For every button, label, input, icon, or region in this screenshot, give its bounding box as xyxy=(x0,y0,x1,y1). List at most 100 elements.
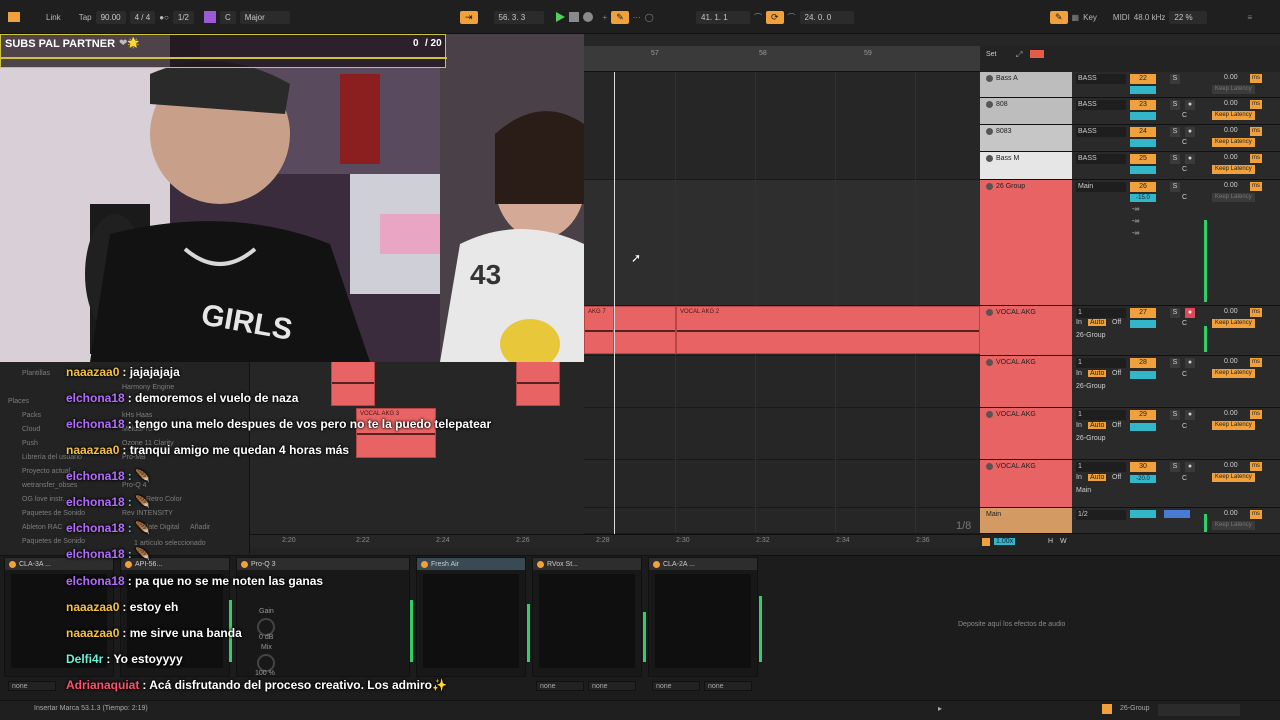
stop-button[interactable] xyxy=(568,12,579,22)
send-c[interactable]: -∞ xyxy=(1132,230,1139,237)
clip-vocal-akg-2[interactable]: VOCAL AKG 2 xyxy=(676,306,980,354)
browser-item[interactable]: Proyecto actual xyxy=(22,468,70,475)
arm-icon[interactable]: ● xyxy=(1185,410,1195,420)
browser-item[interactable]: Paquetes de Sonido xyxy=(22,510,85,517)
volume-fader[interactable] xyxy=(1130,166,1156,174)
arrangement-record-icon[interactable] xyxy=(1030,50,1044,58)
ms-button[interactable]: ms xyxy=(1250,100,1262,109)
key-select[interactable]: C xyxy=(220,10,236,24)
overview-strip[interactable] xyxy=(584,34,1280,46)
track-activator[interactable]: 27 xyxy=(1130,308,1156,318)
ms-button[interactable]: ms xyxy=(1250,154,1262,163)
metronome-icon[interactable]: ●○ xyxy=(159,13,169,22)
key-map-button[interactable]: Key xyxy=(1083,13,1097,22)
output-route-select[interactable]: Main xyxy=(1076,487,1091,494)
output-route-select[interactable]: Main xyxy=(1076,182,1126,192)
track-header-vocal-akg-4[interactable]: VOCAL AKG xyxy=(980,460,1072,508)
monitor-off[interactable]: Off xyxy=(1112,370,1121,377)
sidechain-select[interactable]: none xyxy=(588,681,636,691)
volume-fader[interactable] xyxy=(1130,423,1156,431)
track-activator[interactable]: 22 xyxy=(1130,74,1156,84)
session-record-icon[interactable]: ◯ xyxy=(645,13,654,22)
overdub-icon[interactable]: + xyxy=(603,13,608,22)
arm-icon[interactable]: ● xyxy=(1185,462,1195,472)
power-icon[interactable] xyxy=(537,560,544,568)
clip-vocal-akg-segment[interactable] xyxy=(614,306,676,354)
delay-value[interactable]: 0.00 xyxy=(1224,358,1238,365)
pan-value[interactable]: C xyxy=(1182,194,1187,201)
clip-vocal-akg-7[interactable]: AKG 7 xyxy=(584,306,614,354)
monitor-in[interactable]: In xyxy=(1076,474,1082,481)
volume-fader[interactable] xyxy=(1130,112,1156,120)
browser-item[interactable]: OG love instr... xyxy=(22,496,68,503)
sidechain-select[interactable]: none xyxy=(704,681,752,691)
browser-item[interactable]: Packs xyxy=(22,412,41,419)
solo-button[interactable]: S xyxy=(1170,358,1180,368)
monitor-in[interactable]: In xyxy=(1076,319,1082,326)
delay-value[interactable]: 0.00 xyxy=(1224,127,1238,134)
track-header-bass-m[interactable]: Bass M xyxy=(980,152,1072,180)
lane-main[interactable] xyxy=(584,508,980,534)
pan-value[interactable]: C xyxy=(1182,371,1187,378)
solo-button[interactable]: S xyxy=(1170,182,1180,192)
clip-vocal-small-1[interactable] xyxy=(331,358,375,406)
track-activator[interactable]: 24 xyxy=(1130,127,1156,137)
ms-button[interactable]: ms xyxy=(1250,74,1262,83)
clip-vocal-small-2[interactable] xyxy=(516,358,560,406)
delay-value[interactable]: 0.00 xyxy=(1224,410,1238,417)
output-route-select[interactable]: 26-Group xyxy=(1076,383,1106,390)
song-position[interactable]: 56. 3. 3 xyxy=(493,10,544,24)
monitor-auto[interactable]: Auto xyxy=(1088,474,1107,481)
arm-icon[interactable]: ● xyxy=(1185,358,1195,368)
delay-value[interactable]: 0.00 xyxy=(1224,100,1238,107)
input-route-select[interactable]: 1 xyxy=(1076,462,1126,472)
play-small-icon[interactable]: ▸ xyxy=(938,704,942,713)
keep-latency-button[interactable]: Keep Latency xyxy=(1212,369,1255,378)
app-menu-icon[interactable] xyxy=(8,9,20,25)
browser-item[interactable]: Paquetes de Sonido xyxy=(22,538,85,545)
pan-value[interactable]: C xyxy=(1182,320,1187,327)
keep-latency-button[interactable]: Keep Latency xyxy=(1212,138,1255,147)
volume-fader[interactable]: -20.0 xyxy=(1130,475,1156,483)
keep-latency-button[interactable]: Keep Latency xyxy=(1212,473,1255,482)
loop-length[interactable]: 24. 0. 0 xyxy=(799,10,854,24)
punch-out-icon[interactable]: ⌒ xyxy=(788,12,796,23)
output-route-select[interactable]: BASS xyxy=(1076,100,1126,110)
track-header-vocal-akg-1[interactable]: VOCAL AKG xyxy=(980,306,1072,356)
track-header-bass-a[interactable]: Bass A xyxy=(980,72,1072,98)
keep-latency-button[interactable]: Keep Latency xyxy=(1212,521,1255,530)
monitor-auto[interactable]: Auto xyxy=(1088,319,1107,326)
quantize-select[interactable]: 1/2 xyxy=(172,10,194,24)
device-rvox[interactable]: RVox St... xyxy=(532,557,642,677)
power-icon[interactable] xyxy=(653,560,660,568)
monitor-off[interactable]: Off xyxy=(1112,422,1121,429)
track-activator[interactable]: 28 xyxy=(1130,358,1156,368)
h-toggle[interactable]: H xyxy=(1048,538,1053,545)
solo-button[interactable]: S xyxy=(1170,154,1180,164)
device-cla-2a[interactable]: CLA-2A ... xyxy=(648,557,758,677)
add-button[interactable]: Añadir xyxy=(190,524,210,531)
time-ruler[interactable]: 2:20 2:22 2:24 2:26 2:28 2:30 2:32 2:34 … xyxy=(250,534,980,548)
monitor-in[interactable]: In xyxy=(1076,370,1082,377)
loop-switch-icon[interactable]: ⟳ xyxy=(766,10,784,24)
keyboard-icon[interactable]: ▦ xyxy=(1072,13,1080,22)
keep-latency-button[interactable]: Keep Latency xyxy=(1212,421,1255,430)
track-header-808[interactable]: 808 xyxy=(980,98,1072,125)
volume-fader[interactable] xyxy=(1130,371,1156,379)
keep-latency-button[interactable]: Keep Latency xyxy=(1212,319,1255,328)
browser-item[interactable]: Cloud xyxy=(22,426,40,433)
lane-vocal-3[interactable] xyxy=(584,408,980,460)
input-route-select[interactable]: 1 xyxy=(1076,410,1126,420)
track-activator[interactable]: 26 xyxy=(1130,182,1156,192)
power-icon[interactable] xyxy=(421,560,428,568)
pan-value[interactable]: C xyxy=(1182,139,1187,146)
arm-icon[interactable]: ● xyxy=(1185,308,1195,318)
plugin-item[interactable]: Rev INTENSITY xyxy=(122,510,173,517)
delay-value[interactable]: 0.00 xyxy=(1224,182,1238,189)
zoom-value[interactable]: 1.00x xyxy=(994,538,1016,545)
sidechain-select[interactable]: none xyxy=(652,681,700,691)
power-icon[interactable] xyxy=(125,560,132,568)
track-header-vocal-akg-2[interactable]: VOCAL AKG xyxy=(980,356,1072,408)
power-icon[interactable] xyxy=(9,560,16,568)
clip-vocal-akg-3[interactable]: VOCAL AKG 3 xyxy=(356,408,436,458)
